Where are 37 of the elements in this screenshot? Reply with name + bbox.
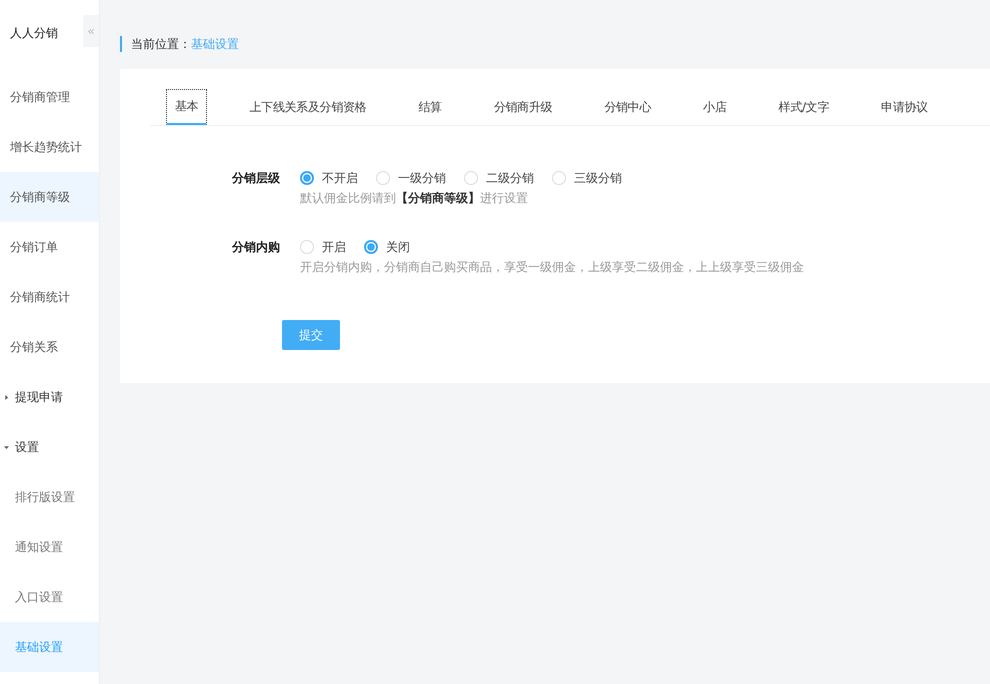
tab[interactable]: 分销商升级 [494, 89, 552, 125]
sidebar-group[interactable]: 设置 [0, 422, 99, 472]
help-text: 默认佣金比例请到【分销商等级】进行设置 [300, 190, 529, 207]
radio-label: 一级分销 [398, 170, 446, 186]
field-label: 分销内购 [230, 239, 280, 256]
tab[interactable]: 样式/文字 [778, 89, 830, 125]
group-label: 提现申请 [15, 388, 63, 406]
sidebar-subitem[interactable]: 通知设置 [0, 522, 99, 572]
radio-button[interactable] [364, 240, 378, 254]
caret-icon [4, 444, 9, 450]
sidebar-item[interactable]: 分销订单 [0, 222, 99, 272]
caret-icon [4, 394, 9, 400]
radio-label: 不开启 [322, 170, 358, 186]
sidebar-item[interactable]: 增长趋势统计 [0, 122, 99, 172]
sidebar-subitem[interactable]: 入口设置 [0, 572, 99, 622]
radio-button[interactable] [300, 171, 314, 185]
tab[interactable]: 分销中心 [604, 89, 652, 125]
sidebar-group[interactable]: 提现申请 [0, 372, 99, 422]
sidebar-subitem[interactable]: 排行版设置 [0, 472, 99, 522]
breadcrumb-label: 当前位置： [131, 36, 191, 52]
radio-label: 二级分销 [486, 170, 534, 186]
tab[interactable]: 申请协议 [881, 89, 928, 125]
app-title: 人人分销 [10, 25, 58, 42]
radio-label: 开启 [322, 238, 346, 256]
tab[interactable]: 基本 [166, 89, 208, 125]
sidebar-item[interactable]: 分销商等级 [0, 172, 99, 222]
radio-label: 三级分销 [574, 170, 622, 186]
sidebar-item[interactable]: 分销商统计 [0, 272, 99, 322]
help-text: 开启分销内购，分销商自己购买商品，享受一级佣金，上级享受二级佣金，上上级享受三级佣金 [300, 259, 804, 276]
sidebar-item[interactable]: 分销商管理 [0, 72, 99, 122]
sidebar-item[interactable]: 分销关系 [0, 322, 99, 372]
field-label: 分销层级 [230, 170, 280, 187]
radio-label: 关闭 [386, 238, 410, 256]
tab[interactable]: 结算 [418, 89, 442, 125]
group-label: 设置 [15, 438, 39, 456]
tab[interactable]: 上下线关系及分销资格 [249, 89, 366, 125]
tab[interactable]: 小店 [703, 89, 727, 125]
